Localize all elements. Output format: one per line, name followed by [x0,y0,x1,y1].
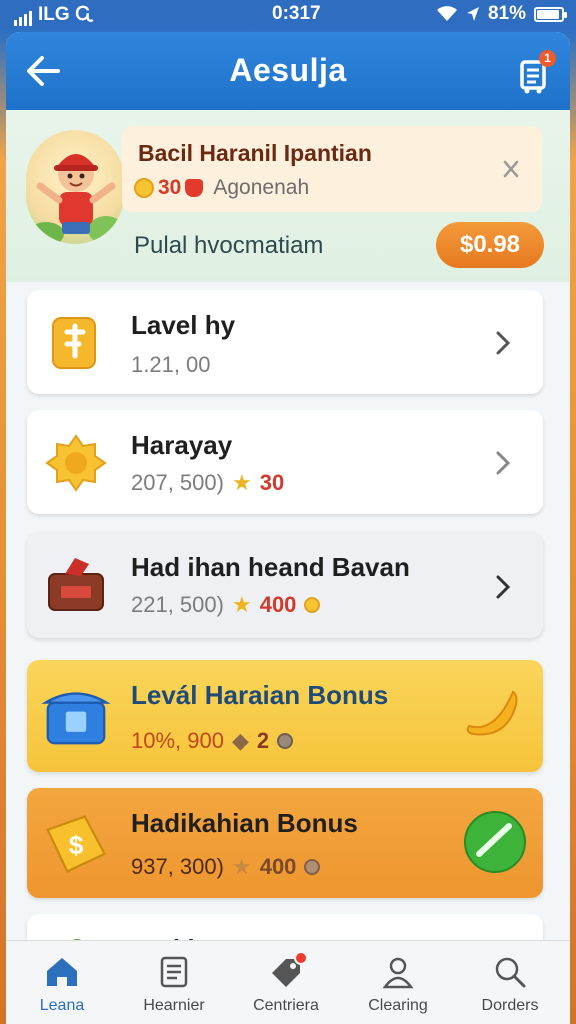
nav-label: Centriera [253,997,319,1014]
hero-subtitle: Agonenah [213,176,310,199]
item-reward: 400 [259,592,297,617]
item-meta-text: 10%, 900 [131,728,224,753]
cart-button[interactable]: 1 [516,50,556,94]
character-illustration [28,154,124,244]
item-title: Levál Haraian Bonus [131,680,389,710]
item-title: Hadikahian Bonus [131,808,358,838]
nav-label: Dorders [481,997,539,1014]
page-title: Aesulja [229,52,347,88]
hero-section: Bacil Haranil Ipantian 30 Agonenah Pulal… [6,110,570,282]
item-reward: 30 [259,470,285,495]
item-title: Had ihan heand Bavan [131,552,410,582]
item-reward: 400 [259,854,297,879]
item-meta: 937, 300) ★ 400 [131,854,321,880]
nav-item-documents[interactable]: Hearnier [118,941,230,1024]
user-icon [382,957,414,989]
avatar [26,130,124,244]
item-title: Harayay [131,430,233,460]
item-meta-text: 207, 500) [131,470,224,495]
wifi-icon [436,6,457,21]
item-meta: 1.21, 00 [131,352,211,378]
nav-item-home[interactable]: Leana [6,941,118,1024]
nav-label: Clearing [368,997,428,1014]
notification-dot [294,951,308,965]
nav-item-profile[interactable]: Clearing [342,941,454,1024]
mailbox-icon [41,692,111,745]
banana-icon [466,690,518,736]
nav-item-search[interactable]: Dorders [454,941,566,1024]
treasure-chest-icon [48,558,104,611]
coin-icon [304,859,321,875]
carrier-label: ILG [38,4,70,25]
hero-sub-row: 30 Agonenah [134,176,309,200]
item-reward: 2 [256,728,270,753]
chevron-right-icon [496,331,511,355]
coin-icon [134,178,154,198]
star-badge-icon [45,434,107,492]
signal-icon [14,10,32,26]
list-item[interactable]: Had ihan heand Bavan 221, 500) ★ 400 [27,532,543,638]
hero-title: Bacil Haranil Ipantian [138,140,372,166]
hero-label: Pulal hvocmatiam [134,232,324,259]
nav-label: Leana [39,997,85,1014]
star-icon: ★ [231,854,252,879]
svg-text:$: $ [69,830,84,860]
coin-icon [304,597,321,613]
dollar-tag-icon: $ [46,815,107,873]
location-arrow-icon [466,7,479,21]
status-time: 0:317 [272,3,321,24]
chevron-right-icon [496,575,511,599]
list-item[interactable]: $ Hadikahian Bonus 937, 300) ★ 400 [27,788,543,898]
cart-badge: 1 [539,50,556,67]
item-meta-text: 937, 300) [131,854,224,879]
bottom-nav: Leana Hearnier Centriera Clearing Dorder… [6,940,570,1024]
item-meta-text: 221, 500) [131,592,224,617]
sync-icon: Ꮹ [75,4,94,25]
nav-item-center[interactable]: Centriera [230,941,342,1024]
hero-offer-card[interactable]: Bacil Haranil Ipantian 30 Agonenah [122,126,542,212]
status-bar: ILG Ꮹ 0:317 81% [0,0,576,30]
home-icon [47,958,77,986]
item-meta-text: 1.21, 00 [131,352,211,377]
close-icon[interactable] [502,156,520,182]
star-icon: ★ [231,470,252,495]
coin-icon [277,733,294,749]
battery-percent: 81% [487,3,526,24]
search-icon [495,957,526,988]
list-item[interactable]: Levál Haraian Bonus 10%, 900 ◆ 2 [27,660,543,772]
star-icon: ★ [231,592,252,617]
list-item[interactable]: Lavel hy 1.21, 00 [27,290,543,394]
app-frame: Aesulja 1 Bacil Haranil Ipantian 30 Agon… [6,32,570,1024]
status-right: 81% [436,3,567,25]
price-button[interactable]: $0.98 [436,222,544,268]
item-title: Lavel hy [131,310,236,340]
nav-label: Hearnier [143,997,205,1014]
bag-icon [185,179,204,197]
gem-icon: ◆ [231,728,249,753]
item-meta: 221, 500) ★ 400 [131,592,321,618]
chevron-right-icon [496,451,511,475]
list-item[interactable]: Harayay 207, 500) ★ 30 [27,410,543,514]
document-icon [160,956,188,988]
status-left: ILG Ꮹ [14,4,94,26]
app-header: Aesulja 1 [6,32,570,110]
item-meta: 10%, 900 ◆ 2 [131,728,294,754]
hero-amount: 30 [158,176,182,199]
document-icon [52,317,96,369]
confirm-badge-icon [464,811,526,873]
battery-icon [534,6,567,22]
item-meta: 207, 500) ★ 30 [131,470,284,496]
